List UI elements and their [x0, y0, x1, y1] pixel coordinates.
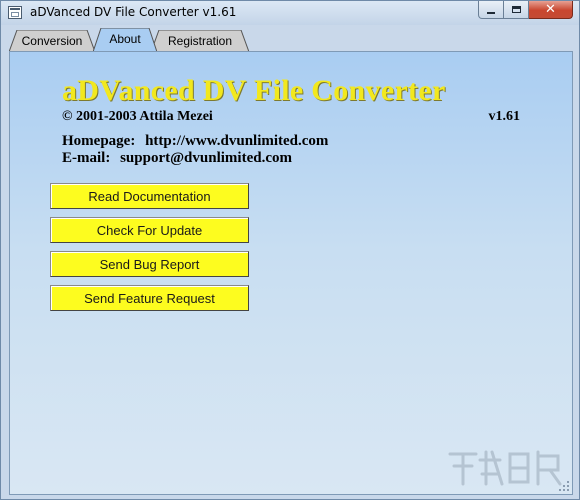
email-row: E-mail: support@dvunlimited.com — [62, 150, 292, 167]
check-update-button[interactable]: Check For Update — [50, 217, 249, 243]
window-title: aDVanced DV File Converter v1.61 — [30, 5, 237, 19]
window-controls: ✕ — [478, 1, 573, 20]
send-feature-request-button[interactable]: Send Feature Request — [50, 285, 249, 311]
close-button[interactable]: ✕ — [529, 1, 573, 19]
tab-registration-label: Registration — [167, 34, 233, 48]
tab-conversion[interactable]: Conversion — [9, 30, 95, 52]
tab-registration[interactable]: Registration — [151, 30, 249, 52]
homepage-label: Homepage: — [62, 133, 136, 149]
copyright: © 2001-2003 Attila Mezei — [62, 109, 213, 124]
maximize-icon — [511, 6, 521, 13]
homepage-row: Homepage: http://www.dvunlimited.com — [62, 133, 328, 150]
tab-strip: Conversion Registration About — [1, 25, 579, 52]
maximize-button[interactable] — [504, 1, 529, 19]
close-icon: ✕ — [545, 2, 556, 17]
minimize-button[interactable] — [478, 1, 504, 19]
tab-about-label: About — [109, 32, 141, 46]
app-icon[interactable] — [8, 6, 22, 19]
app-window: aDVanced DV File Converter v1.61 ✕ Conve… — [0, 0, 580, 500]
app-title: aDVanced DV File Converter — [62, 74, 446, 107]
resize-grip[interactable] — [558, 480, 570, 492]
tab-conversion-label: Conversion — [21, 34, 83, 48]
tab-about[interactable]: About — [93, 28, 157, 52]
read-documentation-button[interactable]: Read Documentation — [50, 183, 249, 209]
about-panel: aDVanced DV File Converter © 2001-2003 A… — [9, 51, 573, 495]
email-link[interactable]: support@dvunlimited.com — [120, 150, 292, 166]
title-bar[interactable]: aDVanced DV File Converter v1.61 ✕ — [1, 1, 579, 25]
minimize-icon — [487, 11, 495, 14]
email-label: E-mail: — [62, 150, 111, 166]
version-label: v1.61 — [488, 109, 521, 124]
homepage-link[interactable]: http://www.dvunlimited.com — [145, 133, 328, 149]
send-bug-report-button[interactable]: Send Bug Report — [50, 251, 249, 277]
watermark-logo — [448, 450, 562, 486]
